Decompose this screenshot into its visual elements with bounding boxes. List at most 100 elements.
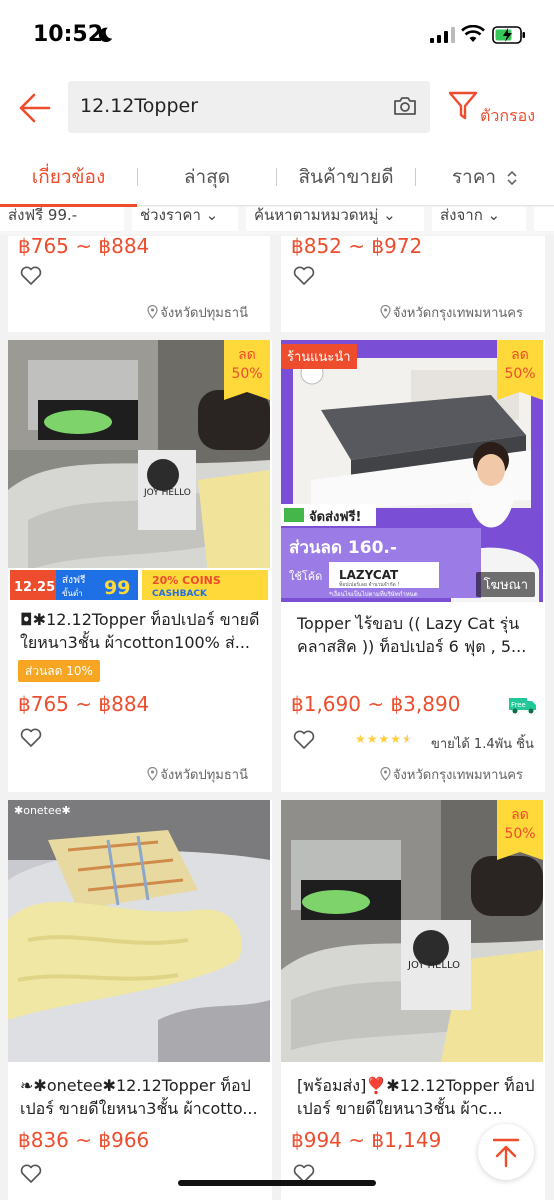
- arrow-up-icon: [492, 1138, 520, 1168]
- tab-latest[interactable]: ล่าสุด: [138, 148, 276, 206]
- location-pin-icon: [147, 305, 158, 319]
- discount-percent: 50%: [231, 366, 263, 382]
- free-ship-text: Free: [511, 701, 526, 709]
- search-query: 12.12Topper: [80, 95, 199, 117]
- product-title: ❧✱onetee✱12.12Topper ท็อป เปอร์ ขายดีใยห…: [20, 1076, 258, 1118]
- banner-discount: ส่วนลด 160.-: [289, 538, 397, 558]
- filter-funnel-icon: [448, 91, 478, 120]
- chip-label: ช่วงราคา: [140, 207, 201, 224]
- banner-note: *เงื่อนไขเป็นไปตามที่บริษัทกำหนด: [329, 589, 418, 598]
- moon-icon: [98, 27, 113, 43]
- product-image[interactable]: JOY HELLO ลด 50%: [281, 800, 543, 1062]
- illustration-text: JOY HELLO: [407, 960, 460, 971]
- banner-use-code: ใช้โค้ด: [289, 569, 322, 583]
- product-location: จังหวัดปทุมธานี: [147, 764, 248, 785]
- product-card[interactable]: ✱onetee✱ ❧✱onetee✱12.12Topper ท็อป เปอร์…: [8, 800, 272, 1200]
- location-pin-icon: [380, 767, 391, 781]
- chip-label: ส่งจาก: [440, 207, 483, 224]
- tab-best-selling[interactable]: สินค้าขายดี: [277, 148, 415, 206]
- recommended-shop-badge: ร้านแนะนำ: [281, 344, 357, 369]
- location-pin-icon: [380, 305, 391, 319]
- product-image[interactable]: ✱onetee✱: [8, 800, 270, 1062]
- filter-chips-row: ส่งฟรี 99.- ช่วงราคา ⌄ ค้นหาตามหมวดหมู่ …: [0, 207, 554, 235]
- banner-free-ship: ส่งฟรี: [62, 574, 86, 586]
- back-arrow-icon[interactable]: [16, 90, 52, 126]
- sort-arrows-icon: [507, 170, 517, 185]
- tab-price[interactable]: ราคา: [416, 148, 554, 206]
- product-price: ฿852 ~ ฿972: [291, 236, 423, 258]
- filter-label: ตัวกรอง: [480, 106, 536, 125]
- chip-label: ส่งฟรี 99.-: [8, 207, 78, 224]
- product-title: ◘✱12.12Topper ท็อปเปอร์ ขายดี ใยหนา3ชั้น…: [20, 610, 260, 652]
- free-shipping-truck-icon: Free: [509, 698, 536, 714]
- search-input[interactable]: 12.12Topper: [68, 81, 430, 133]
- chip-price-range[interactable]: ช่วงราคา ⌄: [132, 207, 238, 231]
- chip-category[interactable]: ค้นหาตามหมวดหมู่ ⌄: [246, 207, 424, 231]
- product-image[interactable]: JOY HELLO 12.25 ส่งฟรี ขั้นต่ำ 99 20% CO…: [8, 340, 270, 602]
- discount-badge: ลด 50%: [497, 340, 543, 400]
- product-location: จังหวัดปทุมธานี: [147, 302, 248, 323]
- product-title: Topper ไร้ขอบ (( Lazy Cat รุ่น คลาสสิค )…: [297, 614, 527, 656]
- banner-ship: จัดส่งฟรี!: [309, 509, 361, 525]
- product-card[interactable]: จัดส่งฟรี! ส่วนลด 160.- ใช้โค้ด LAZYCAT …: [281, 340, 545, 792]
- rating-stars: ★★★★★★: [355, 732, 414, 746]
- heart-icon[interactable]: [20, 728, 42, 748]
- scroll-to-top-button[interactable]: [478, 1124, 534, 1180]
- half-star-icon: ★★: [402, 732, 414, 746]
- chip-ship-from[interactable]: ส่งจาก ⌄: [432, 207, 526, 231]
- product-photo-yellow-bedding: ✱onetee✱: [8, 800, 270, 1062]
- heart-icon[interactable]: [20, 1164, 42, 1184]
- tab-label: ราคา: [451, 166, 497, 188]
- product-price: ฿994 ~ ฿1,149: [291, 1128, 442, 1152]
- search-header: 12.12Topper ตัวกรอง: [0, 70, 554, 148]
- chip-label: ค้นหาตามหมวดหมู่: [254, 207, 379, 224]
- discount-percent: 50%: [504, 826, 536, 842]
- battery-charging-icon: [492, 26, 525, 44]
- product-price: ฿836 ~ ฿966: [18, 1128, 150, 1152]
- banner-cashback: CASHBACK: [152, 589, 208, 599]
- discount-badge: ลด 50%: [224, 340, 270, 400]
- tab-label: ล่าสุด: [183, 166, 231, 188]
- chip-more[interactable]: [534, 207, 554, 231]
- banner-code-note: ท็อปเปอร์เลย จำนวนจำกัด !: [339, 580, 399, 588]
- heart-icon[interactable]: [293, 266, 315, 286]
- tab-relevant[interactable]: เกี่ยวข้อง: [0, 148, 137, 207]
- camera-icon[interactable]: [392, 93, 418, 119]
- status-bar: 10:52: [0, 0, 554, 70]
- sold-count: ขายได้ 1.4พัน ชิ้น: [431, 737, 534, 752]
- discount-percent: 50%: [504, 366, 536, 382]
- heart-icon[interactable]: [20, 266, 42, 286]
- status-time: 10:52: [33, 22, 104, 47]
- watermark-text: ✱onetee✱: [14, 804, 71, 817]
- product-price: ฿1,690 ~ ฿3,890: [291, 692, 461, 716]
- product-card[interactable]: ฿765 ~ ฿884 จังหวัดปทุมธานี: [8, 236, 270, 332]
- product-price: ฿765 ~ ฿884: [18, 692, 150, 716]
- tab-label: เกี่ยวข้อง: [31, 166, 106, 188]
- discount-badge: ลด 50%: [497, 800, 543, 860]
- product-card[interactable]: ฿852 ~ ฿972 จังหวัดกรุงเทพมหานคร: [281, 236, 545, 332]
- product-location: จังหวัดกรุงเทพมหานคร: [380, 302, 523, 323]
- tab-label: สินค้าขายดี: [298, 166, 394, 188]
- signal-icon: [430, 27, 455, 43]
- banner-amount: 99: [104, 577, 130, 599]
- location-pin-icon: [147, 767, 158, 781]
- discount-label: ลด: [511, 347, 529, 363]
- heart-icon[interactable]: [293, 730, 315, 750]
- product-card[interactable]: JOY HELLO 12.25 ส่งฟรี ขั้นต่ำ 99 20% CO…: [8, 340, 272, 792]
- filter-button[interactable]: ตัวกรอง: [446, 88, 550, 132]
- banner-min: ขั้นต่ำ: [62, 587, 83, 598]
- ad-label: โฆษณา: [476, 572, 535, 597]
- location-text: จังหวัดกรุงเทพมหานคร: [392, 306, 523, 321]
- discount-label: ลด: [238, 347, 256, 363]
- discount-label: ลด: [511, 807, 529, 823]
- sort-tabs: เกี่ยวข้อง ล่าสุด สินค้าขายดี ราคา: [0, 148, 554, 207]
- location-text: จังหวัดปทุมธานี: [160, 768, 248, 783]
- banner-code: LAZYCAT: [339, 568, 399, 582]
- banner-date: 12.25: [14, 580, 55, 595]
- banner-coins: 20% COINS: [152, 574, 221, 587]
- location-text: จังหวัดปทุมธานี: [160, 306, 248, 321]
- chip-free-shipping[interactable]: ส่งฟรี 99.-: [0, 207, 124, 231]
- home-indicator: [178, 1180, 376, 1186]
- product-image[interactable]: จัดส่งฟรี! ส่วนลด 160.- ใช้โค้ด LAZYCAT …: [281, 340, 543, 602]
- promo-tag: ส่วนลด 10%: [18, 660, 100, 682]
